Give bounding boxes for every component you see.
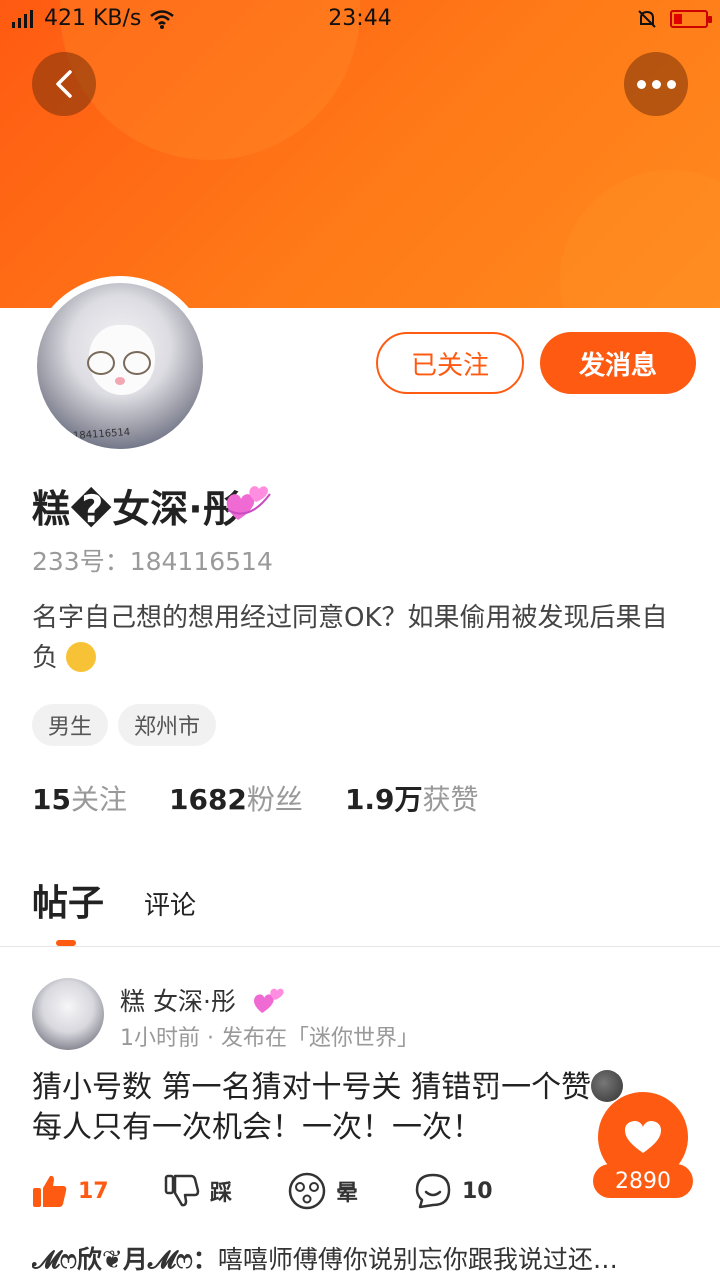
sparkling-hearts-icon: [226, 486, 271, 520]
battery-level: [674, 14, 682, 24]
sparkling-hearts-icon: [253, 988, 284, 1013]
more-dots-icon: [636, 79, 676, 89]
profile-bio: 名字自己想的想用经过同意OK？如果偷用被发现后果自负: [32, 598, 692, 678]
stat-following[interactable]: 15关注: [32, 778, 127, 818]
avatar-cat-nose: [115, 377, 125, 385]
banner-decoration: [560, 170, 720, 308]
stat-label: 关注: [70, 783, 127, 816]
divider: [0, 946, 720, 947]
top-comment[interactable]: 𝓜ෆ欣❦月𝓜ෆ：嘻嘻师傅傅你说别忘你跟我说过还…: [32, 1240, 692, 1276]
comment-button[interactable]: 10: [414, 1172, 493, 1210]
stat-likes: 1.9万获赞: [345, 778, 479, 818]
comment-count: 10: [462, 1178, 493, 1204]
dizzy-button[interactable]: 晕: [288, 1172, 414, 1210]
stat-label: 获赞: [422, 783, 479, 816]
bio-text: 名字自己想的想用经过同意OK？如果偷用被发现后果自负: [32, 603, 668, 673]
like-button[interactable]: 17: [32, 1174, 164, 1208]
stat-value: 1.9万: [344, 783, 423, 816]
post-author-avatar[interactable]: [32, 978, 104, 1050]
comment-author: 𝓜ෆ欣❦月𝓜ෆ：: [32, 1245, 218, 1274]
battery-icon: [670, 10, 712, 28]
thumbs-up-icon: [33, 1175, 67, 1207]
profile-name: 糕�女深·彤: [32, 487, 241, 531]
avatar[interactable]: 184116514: [37, 283, 203, 449]
avatar-glasses: [87, 351, 115, 375]
post-text-line1: 猜小号数 第一名猜对十号关 猜错罚一个赞: [32, 1070, 592, 1105]
post-author-name[interactable]: 糕 女深·彤: [120, 982, 236, 1018]
comment-bubble-icon: [415, 1173, 451, 1209]
comment-text: 嘻嘻师傅傅你说别忘你跟我说过还…: [217, 1245, 618, 1274]
tag-city: 郑州市: [118, 704, 217, 746]
floating-like-count: 2890: [593, 1164, 693, 1198]
heart-icon: [625, 1121, 661, 1153]
chevron-left-icon: [56, 70, 72, 98]
tag-gender: 男生: [32, 704, 109, 746]
meta-separator: ·: [207, 1026, 221, 1051]
post-actions: 17 踩 晕 10: [32, 1172, 493, 1210]
dislike-button[interactable]: 踩: [164, 1174, 288, 1208]
send-message-button[interactable]: 发消息: [540, 332, 696, 394]
avatar-glasses: [123, 351, 151, 375]
smirking-cat-icon: [66, 642, 97, 672]
tab-comments[interactable]: 评论: [144, 885, 196, 926]
avatar-id-text: 184116514: [72, 427, 131, 442]
dizzy-face-icon: [288, 1172, 326, 1210]
mute-bell-icon: [638, 10, 656, 28]
user-id-label: 233号：: [32, 547, 130, 576]
followed-button[interactable]: 已关注: [376, 332, 524, 394]
post-text-line2: 每人只有一次机会！一次！一次！: [32, 1110, 482, 1145]
stat-value: 15: [32, 783, 71, 816]
new-moon-face-icon: [591, 1070, 624, 1102]
profile-stats: 15关注 1682粉丝 1.9万获赞: [32, 778, 479, 818]
dislike-label: 踩: [210, 1181, 233, 1206]
stat-label: 粉丝: [246, 783, 303, 816]
profile-banner: [0, 0, 720, 308]
status-time: 23:44: [328, 6, 392, 31]
post-content[interactable]: 猜小号数 第一名猜对十号关 猜错罚一个赞 每人只有一次机会！一次！一次！: [32, 1068, 672, 1148]
stat-fans[interactable]: 1682粉丝: [169, 778, 303, 818]
post-meta: 1小时前 · 发布在「迷你世界」: [120, 1020, 419, 1052]
more-button[interactable]: [624, 52, 688, 116]
back-button[interactable]: [32, 52, 96, 116]
post-channel[interactable]: 发布在「迷你世界」: [221, 1026, 419, 1051]
post-time: 1小时前: [120, 1026, 200, 1051]
dizzy-label: 晕: [336, 1181, 359, 1206]
thumbs-down-icon: [164, 1174, 200, 1207]
content-tabs: 帖子 评论: [32, 874, 196, 926]
profile-tags: 男生 郑州市: [32, 704, 217, 746]
status-bar: 421 KB/s 23:44: [0, 0, 720, 40]
like-count: 17: [78, 1178, 109, 1204]
user-id-value: 184116514: [129, 547, 273, 576]
stat-value: 1682: [168, 783, 247, 816]
tab-posts[interactable]: 帖子: [32, 874, 104, 926]
user-id: 233号：184116514: [32, 542, 273, 578]
